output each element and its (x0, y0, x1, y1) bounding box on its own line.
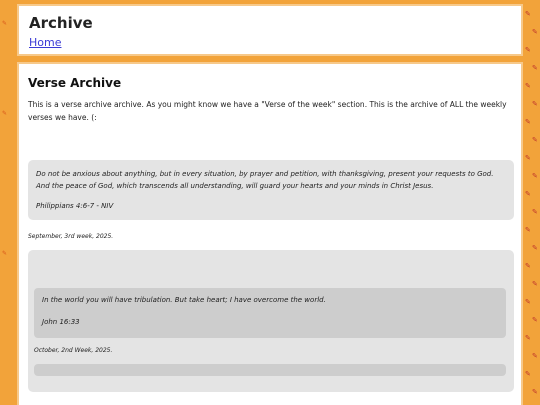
verse-reference: John 16:33 (42, 318, 80, 326)
left-background-pattern: ✎ ✎ ✎ (2, 20, 8, 257)
nested-verse-card (34, 364, 506, 376)
verse-text: In the world you will have tribulation. … (42, 296, 326, 304)
verse-date: October, 2nd Week, 2025. (34, 347, 113, 354)
verse-card: Do not be anxious about anything, but in… (28, 160, 514, 220)
main-content: Verse Archive This is a verse archive ar… (17, 62, 523, 405)
verse-text: Do not be anxious about anything, but in… (36, 170, 494, 190)
right-background-pattern: ✎ ✎ ✎ ✎ ✎ ✎ ✎ ✎ ✎ ✎ ✎ ✎ ✎ ✎ ✎ ✎ ✎ ✎ ✎ ✎ ✎ ✎ (525, 10, 538, 396)
section-heading: Verse Archive (28, 76, 122, 90)
verse-reference: Philippians 4:6-7 - NIV (36, 202, 114, 210)
verse-date: September, 3rd week, 2025. (28, 233, 114, 240)
page-title: Archive (29, 14, 93, 32)
site-header: Archive Home (17, 4, 523, 56)
verse-card: In the world you will have tribulation. … (28, 250, 514, 392)
nested-verse-card: In the world you will have tribulation. … (34, 288, 506, 338)
intro-text: This is a verse archive archive. As you … (28, 100, 507, 122)
home-link[interactable]: Home (29, 36, 61, 49)
